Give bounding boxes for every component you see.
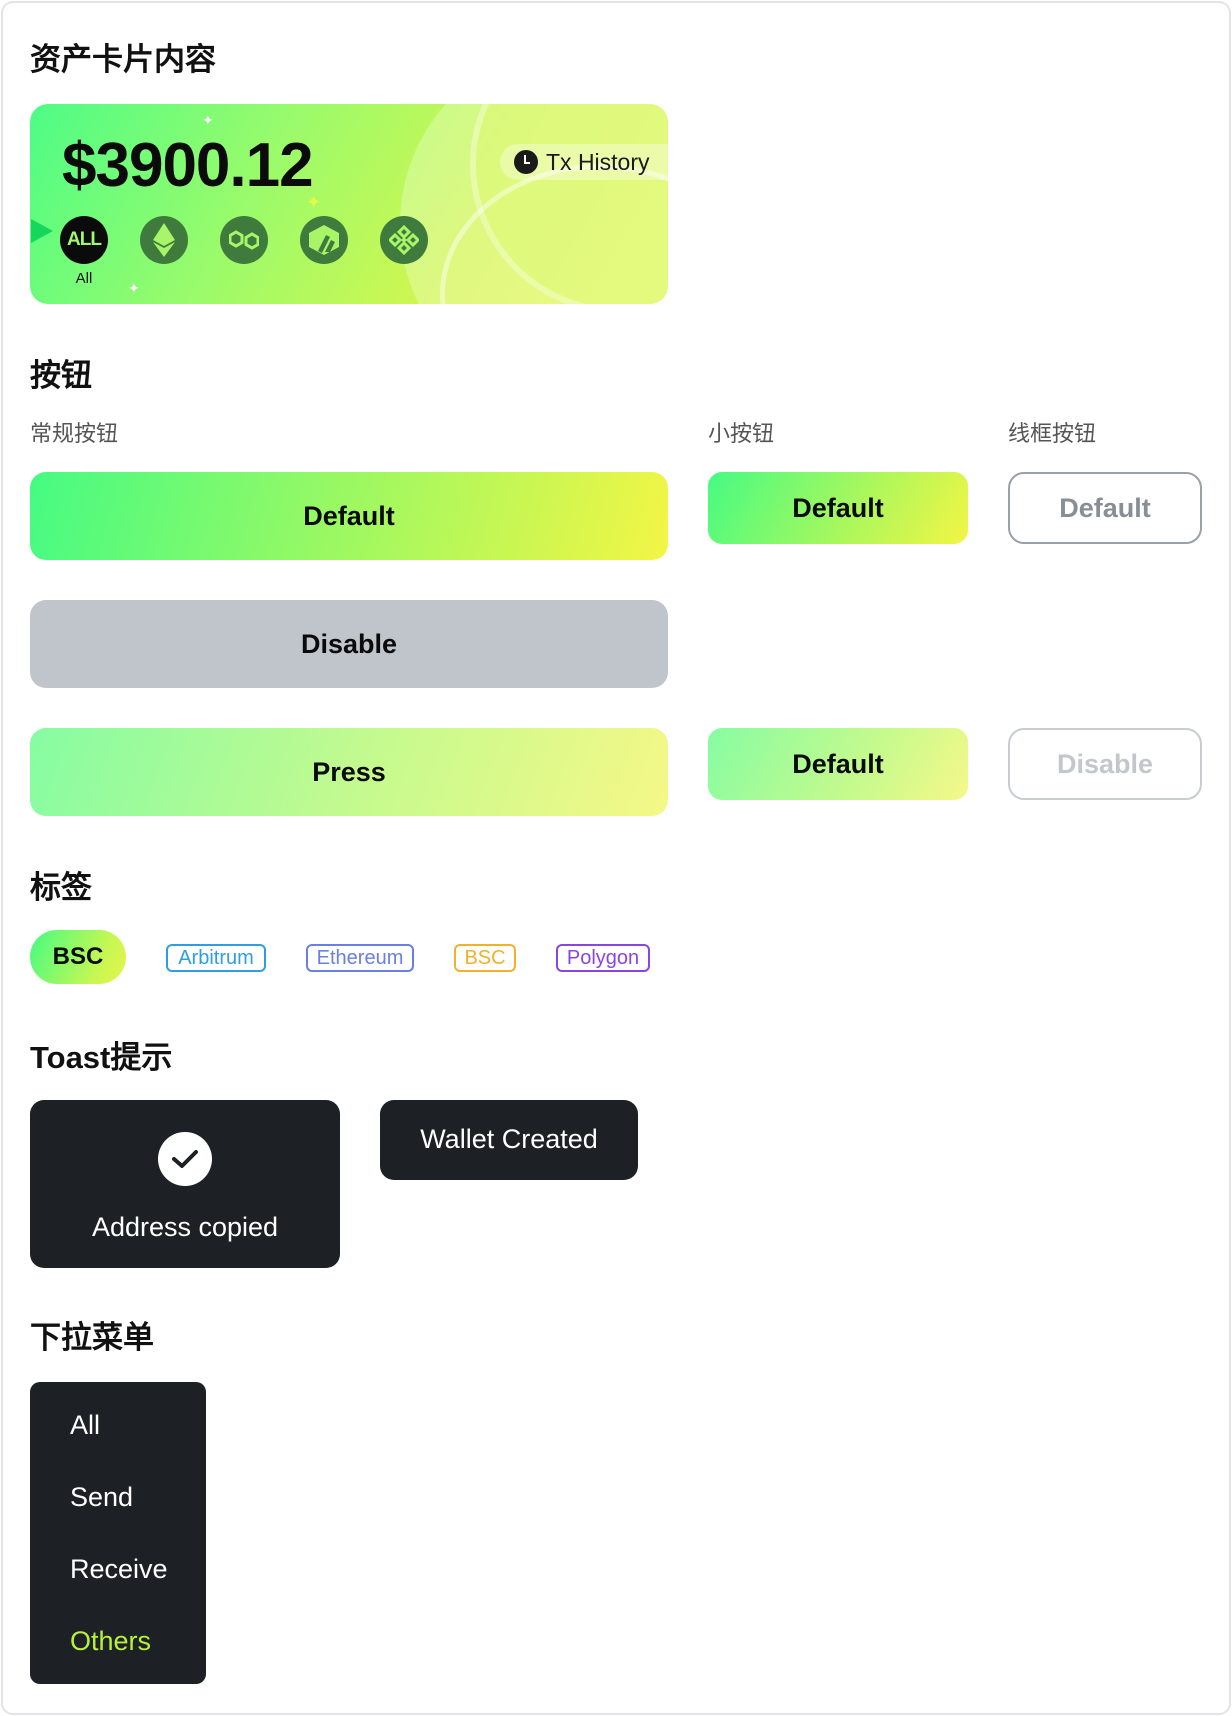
default-small-button[interactable]: Default — [708, 472, 968, 544]
all-chains-icon: ALL — [67, 229, 102, 250]
asset-card: ✦ ✦ ✦ $3900.12 Tx History ALL All — [30, 104, 668, 304]
polygon-icon — [229, 230, 259, 250]
sparkle-icon: ✦ — [202, 112, 214, 128]
press-button[interactable]: Press — [30, 728, 668, 816]
label-regular-buttons: 常规按钮 — [30, 422, 119, 447]
menu-item-receive[interactable]: Receive — [70, 1554, 168, 1585]
chain-filter-polygon[interactable] — [220, 216, 268, 264]
toast-message: Address copied — [91, 1212, 279, 1242]
dropdown-menu: All Send Receive Others — [30, 1382, 206, 1684]
sparkle-icon: ✦ — [128, 280, 140, 296]
chain-filter-bnb[interactable] — [380, 216, 428, 264]
check-icon — [158, 1132, 212, 1186]
section-title-dropdown: 下拉菜单 — [30, 1320, 154, 1356]
tag-bsc[interactable]: BSC — [454, 944, 516, 972]
bnb-icon — [389, 225, 419, 255]
default-button[interactable]: Default — [30, 472, 668, 560]
menu-item-all[interactable]: All — [70, 1410, 100, 1441]
section-title-toast: Toast提示 — [30, 1040, 173, 1075]
chain-caption-all: All — [75, 270, 93, 287]
section-title-tags: 标签 — [30, 870, 92, 906]
menu-item-others[interactable]: Others — [70, 1626, 151, 1657]
tag-bsc-solid[interactable]: BSC — [30, 930, 126, 984]
tx-history-label: Tx History — [546, 148, 650, 175]
default-small-pressed-button[interactable]: Default — [708, 728, 968, 800]
tag-arbitrum[interactable]: Arbitrum — [166, 944, 266, 972]
disabled-outline-button[interactable]: Disable — [1008, 728, 1202, 800]
clock-icon — [514, 150, 538, 174]
tx-history-button[interactable]: Tx History — [500, 144, 668, 180]
toast-wallet-created: Wallet Created — [380, 1100, 638, 1180]
chain-filter-all[interactable]: ALL — [60, 216, 108, 264]
tag-polygon[interactable]: Polygon — [556, 944, 650, 972]
arbitrum-icon — [309, 225, 339, 255]
chain-filter-arbitrum[interactable] — [300, 216, 348, 264]
chain-filter-ethereum[interactable] — [140, 216, 188, 264]
menu-item-send[interactable]: Send — [70, 1482, 133, 1513]
label-outline-buttons: 线框按钮 — [1008, 422, 1097, 447]
sparkle-icon — [31, 219, 53, 243]
disabled-button[interactable]: Disable — [30, 600, 668, 688]
section-title-buttons: 按钮 — [30, 358, 92, 394]
ethereum-icon — [153, 223, 175, 257]
toast-message: Wallet Created — [420, 1124, 598, 1154]
toast-address-copied: Address copied — [30, 1100, 340, 1268]
default-outline-button[interactable]: Default — [1008, 472, 1202, 544]
label-small-buttons: 小按钮 — [708, 422, 775, 447]
balance-amount: $3900.12 — [62, 131, 314, 200]
tag-ethereum[interactable]: Ethereum — [306, 944, 414, 972]
section-title-asset-card: 资产卡片内容 — [30, 42, 216, 78]
